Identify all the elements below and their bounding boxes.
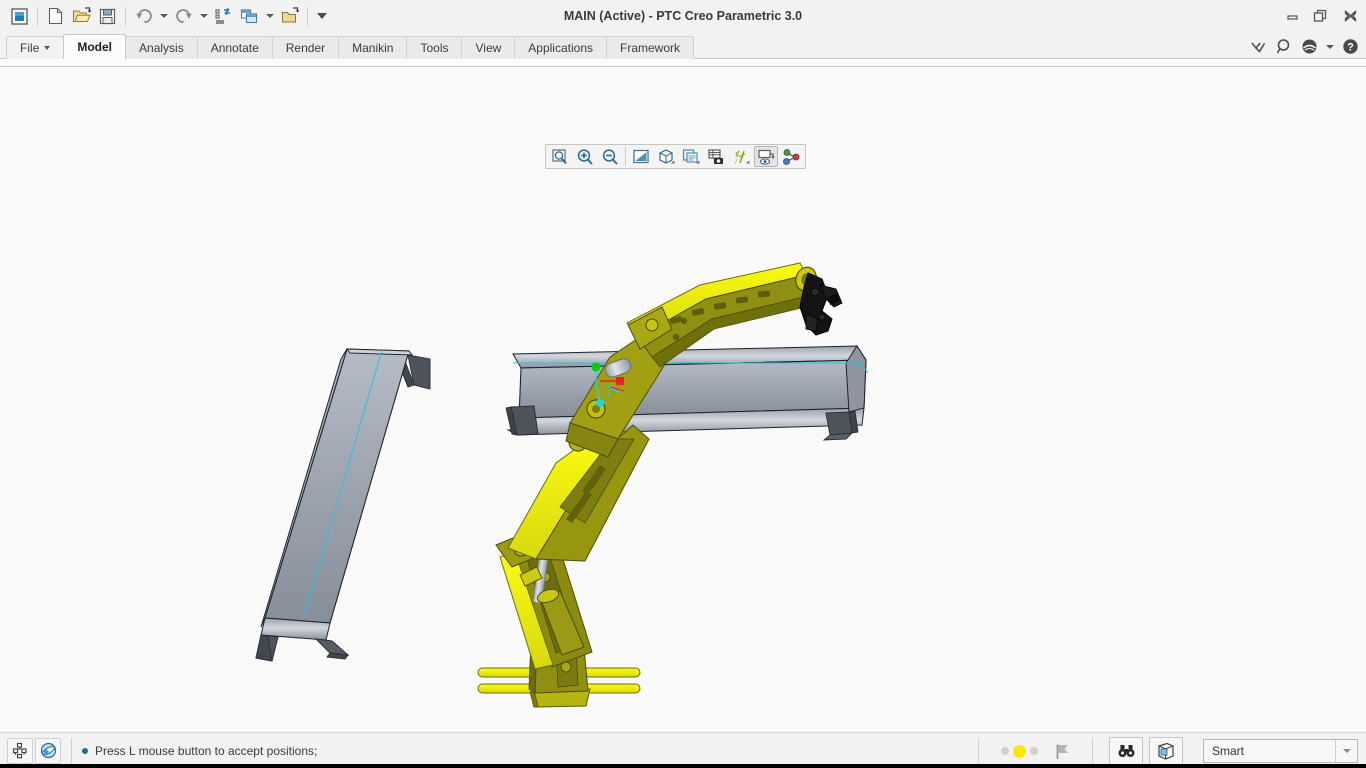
tab-annotate-label: Annotate xyxy=(210,41,259,55)
tab-view-label: View xyxy=(475,41,502,55)
tab-render-label: Render xyxy=(285,41,326,55)
tab-manikin-label: Manikin xyxy=(352,41,394,55)
status-divider xyxy=(71,737,72,764)
ribbon-tabstrip: File Model Analysis Annotate Render Mani… xyxy=(0,32,1366,59)
drag-handle-cyan-dot xyxy=(596,399,604,407)
status-bar: Press L mouse button to accept positions… xyxy=(0,732,1366,768)
tab-tools-label: Tools xyxy=(420,41,449,55)
tab-file[interactable]: File xyxy=(6,36,65,59)
zoom-in-icon[interactable] xyxy=(573,146,597,167)
model-tree-icon[interactable] xyxy=(7,737,33,764)
left-channel-beam[interactable] xyxy=(255,348,431,662)
tab-applications[interactable]: Applications xyxy=(514,36,607,59)
qat-separator-1 xyxy=(37,6,38,26)
redo-dropdown-icon[interactable] xyxy=(197,4,210,29)
quick-access-toolbar xyxy=(0,0,331,32)
qat-separator-2 xyxy=(125,6,126,26)
new-icon[interactable] xyxy=(43,4,68,29)
ribbon-right-icons: ? xyxy=(1249,34,1360,59)
saved-orientations-icon[interactable] xyxy=(679,146,703,167)
close-button[interactable] xyxy=(1334,1,1366,31)
status-right-area: Smart xyxy=(968,733,1366,768)
regenerate-icon[interactable] xyxy=(211,4,236,29)
ribbon-panel-area xyxy=(0,58,1366,67)
restore-button[interactable] xyxy=(1306,1,1334,31)
status-message-text: Press L mouse button to accept positions… xyxy=(95,743,318,758)
creo-application-window: MAIN (Active) - PTC Creo Parametric 3.0 xyxy=(0,0,1366,768)
drag-handle-green-dot xyxy=(591,362,601,372)
tab-annotate[interactable]: Annotate xyxy=(196,36,273,59)
view-manager-icon[interactable] xyxy=(704,146,728,167)
tab-view[interactable]: View xyxy=(461,36,516,59)
spin-center-icon[interactable] xyxy=(779,146,803,167)
main-channel-beam[interactable] xyxy=(505,345,869,441)
window-controls xyxy=(1278,0,1366,32)
tab-model[interactable]: Model xyxy=(63,34,127,59)
chevron-down-icon xyxy=(44,46,51,50)
repaint-icon[interactable] xyxy=(629,146,653,167)
tab-applications-label: Applications xyxy=(528,41,593,55)
customize-qat-icon[interactable] xyxy=(313,4,331,29)
minimize-button[interactable] xyxy=(1278,1,1306,31)
model-display-icon[interactable] xyxy=(1149,737,1183,765)
status-divider-right xyxy=(978,738,979,764)
globe-icon[interactable] xyxy=(1299,37,1319,57)
undo-icon[interactable] xyxy=(131,4,156,29)
chevron-down-icon[interactable] xyxy=(1335,740,1357,762)
tab-framework[interactable]: Framework xyxy=(606,36,695,59)
undo-dropdown-icon[interactable] xyxy=(157,4,170,29)
open-icon[interactable] xyxy=(69,4,94,29)
regeneration-leds xyxy=(995,744,1044,758)
save-icon[interactable] xyxy=(95,4,120,29)
annotation-display-icon[interactable] xyxy=(754,146,778,167)
graphics-window[interactable]: x / xyxy=(0,67,1366,732)
ribbon: File Model Analysis Annotate Render Mani… xyxy=(0,32,1366,67)
status-left-buttons xyxy=(0,737,61,764)
tab-framework-label: Framework xyxy=(620,41,681,55)
close-window-icon[interactable] xyxy=(277,4,302,29)
toolbar-separator-1 xyxy=(625,147,626,166)
title-bar: MAIN (Active) - PTC Creo Parametric 3.0 xyxy=(0,0,1366,32)
svg-text:/: / xyxy=(735,157,738,166)
svg-text:?: ? xyxy=(1347,42,1354,54)
gripper-end-effector[interactable] xyxy=(799,272,843,336)
redo-icon[interactable] xyxy=(171,4,196,29)
tab-analysis-label: Analysis xyxy=(139,41,184,55)
bottom-black-strip xyxy=(0,764,1366,768)
browser-icon[interactable] xyxy=(35,737,61,764)
window-switch-icon[interactable] xyxy=(237,4,262,29)
window-dropdown-icon[interactable] xyxy=(263,4,276,29)
search-icon[interactable] xyxy=(1274,37,1294,57)
qat-separator-3 xyxy=(307,6,308,26)
flag-icon[interactable] xyxy=(1050,738,1076,764)
display-style-icon[interactable] xyxy=(654,146,678,167)
globe-dropdown-icon[interactable] xyxy=(1324,37,1335,57)
help-icon[interactable]: ? xyxy=(1340,37,1360,57)
tab-file-label: File xyxy=(20,41,40,55)
status-divider-right-2 xyxy=(1092,738,1093,764)
refit-icon[interactable] xyxy=(548,146,572,167)
app-menu-icon[interactable] xyxy=(7,4,32,29)
drag-handle-red-square xyxy=(616,377,624,385)
selection-filter-value: Smart xyxy=(1212,744,1245,758)
selection-filter-combo[interactable]: Smart xyxy=(1203,739,1358,763)
status-message: Press L mouse button to accept positions… xyxy=(82,744,317,758)
tab-analysis[interactable]: Analysis xyxy=(125,36,198,59)
led-right xyxy=(1030,747,1038,755)
led-left xyxy=(1001,747,1009,755)
graphics-toolbar: x / xyxy=(545,144,806,169)
tab-tools[interactable]: Tools xyxy=(406,36,463,59)
favorites-icon[interactable] xyxy=(1249,37,1269,57)
led-center xyxy=(1013,744,1026,758)
message-bullet-icon xyxy=(82,747,88,754)
zoom-out-icon[interactable] xyxy=(598,146,622,167)
tab-render[interactable]: Render xyxy=(271,36,340,59)
tab-model-label: Model xyxy=(77,40,113,54)
tab-manikin[interactable]: Manikin xyxy=(338,36,408,59)
datum-display-icon[interactable]: x / xyxy=(729,146,753,167)
search-icon[interactable] xyxy=(1109,737,1143,765)
